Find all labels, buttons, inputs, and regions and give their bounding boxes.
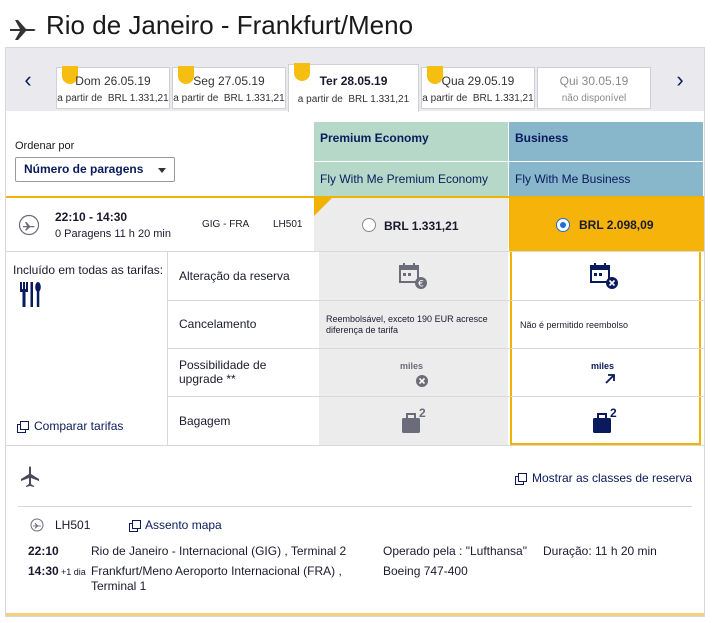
- date-tab-0[interactable]: Dom 26.05.19 a partir de BRL 1.331,21: [56, 66, 170, 109]
- prev-dates-button[interactable]: ‹: [8, 48, 48, 111]
- business-price: BRL 2.098,09: [579, 218, 654, 232]
- date-tab-2[interactable]: Ter 28.05.19 a partir de BRL 1.331,21: [288, 63, 419, 112]
- cutlery-icon: [20, 282, 41, 307]
- selected-corner-marker: [314, 198, 332, 216]
- feature-upgrade: Possibilidade de upgrade **: [179, 358, 267, 386]
- seat-map-link[interactable]: Assento mapa: [129, 518, 222, 532]
- date-tab-price: a partir de BRL 1.331,21: [297, 94, 410, 105]
- business-fare-option[interactable]: BRL 2.098,09: [509, 198, 704, 251]
- not-available-icon: [416, 375, 428, 387]
- section-divider: [18, 506, 692, 507]
- flight-duration: Duração: 11 h 20 min: [543, 544, 657, 558]
- business-header: Business: [509, 122, 703, 161]
- feature-change: Alteração da reserva: [179, 269, 290, 283]
- row-divider: [168, 396, 704, 397]
- date-tab-price: não disponível: [561, 93, 627, 104]
- arrival-place: Frankfurt/Meno Aeroporto Internacional (…: [91, 564, 342, 578]
- premium-economy-subtitle: Fly With Me Premium Economy: [314, 162, 508, 196]
- business-radio[interactable]: [556, 218, 570, 232]
- flight-number: LH501: [273, 219, 303, 230]
- date-tab-price: a partir de BRL 1.331,21: [173, 93, 285, 104]
- flight-stops-duration: 0 Paragens 11 h 20 min: [55, 228, 171, 240]
- row-divider: [168, 348, 704, 349]
- premium-economy-fare-option[interactable]: BRL 1.331,21: [314, 198, 508, 251]
- flight-time: 22:10 - 14:30: [55, 210, 128, 224]
- page-title: Rio de Janeiro - Frankfurt/Meno: [46, 10, 414, 40]
- date-tab-3[interactable]: Qua 29.05.19 a partir de BRL 1.331,21: [421, 66, 535, 109]
- compare-fares-label: Comparar tarifas: [34, 419, 124, 433]
- external-link-icon: [17, 420, 29, 433]
- next-dates-button[interactable]: ›: [660, 48, 700, 111]
- date-tab-day: Ter 28.05.19: [319, 74, 388, 88]
- bag-count: 2: [610, 406, 617, 420]
- date-tab-day: Seg 27.05.19: [193, 74, 265, 88]
- upgrade-arrow-icon: [605, 374, 615, 384]
- miles-label: miles: [591, 361, 615, 371]
- premium-economy-price: BRL 1.331,21: [384, 219, 459, 233]
- row-divider: [168, 300, 704, 301]
- sort-select[interactable]: Número de paragens: [15, 157, 175, 182]
- bottom-accent-bar: [6, 613, 704, 616]
- premium-economy-header: Premium Economy: [314, 122, 508, 161]
- departure-icon: [30, 518, 44, 532]
- calendar-change-icon: €: [399, 263, 427, 290]
- seat-map-label: Assento mapa: [145, 518, 222, 532]
- operated-by: Operado pela : "Lufthansa": [383, 544, 527, 558]
- departure-icon: [18, 214, 40, 236]
- bag-count: 2: [419, 406, 426, 420]
- included-label: Incluído em todas as tarifas:: [13, 263, 164, 277]
- feature-baggage: Bagagem: [179, 414, 231, 428]
- arrival-terminal: Terminal 1: [91, 579, 147, 593]
- show-booking-classes-label: Mostrar as classes de reserva: [532, 471, 693, 485]
- airplane-icon: [10, 20, 36, 40]
- sort-label: Ordenar por: [15, 140, 75, 152]
- date-tab-price: a partir de BRL 1.331,21: [422, 93, 534, 104]
- feature-cancel: Cancelamento: [179, 317, 257, 331]
- date-tab-day: Dom 26.05.19: [75, 74, 151, 88]
- flight-route: GIG - FRA: [202, 219, 250, 230]
- departure-place: Rio de Janeiro - Internacional (GIG) , T…: [91, 544, 347, 558]
- section-divider: [6, 445, 704, 446]
- caret-down-icon: [158, 168, 166, 173]
- arrival-time: 14:30: [28, 564, 59, 578]
- date-tab-price: a partir de BRL 1.331,21: [57, 93, 169, 104]
- aircraft-type: Boeing 747-400: [383, 564, 468, 578]
- arrival-day-offset: +1 dia: [61, 567, 86, 577]
- airplane-icon: [21, 466, 39, 487]
- premium-economy-cancel-text: Reembolsável, exceto 190 EUR acresce dif…: [326, 314, 488, 335]
- date-tab-1[interactable]: Seg 27.05.19 a partir de BRL 1.331,21: [172, 66, 286, 109]
- baggage-icon: [402, 413, 420, 433]
- external-link-icon: [515, 472, 527, 485]
- baggage-icon: [593, 413, 611, 433]
- date-tab-day: Qui 30.05.19: [559, 74, 629, 88]
- external-link-icon: [129, 519, 141, 532]
- business-subtitle: Fly With Me Business: [509, 162, 703, 196]
- date-tab-4: Qui 30.05.19 não disponível: [537, 67, 651, 109]
- detail-flight-number: LH501: [55, 518, 91, 532]
- miles-label: miles: [400, 361, 424, 371]
- show-booking-classes-link[interactable]: Mostrar as classes de reserva: [515, 471, 692, 485]
- date-tab-day: Qua 29.05.19: [441, 74, 515, 88]
- sort-select-value: Número de paragens: [24, 162, 144, 176]
- compare-fares-link[interactable]: Comparar tarifas: [17, 419, 123, 433]
- calendar-change-icon: [590, 263, 618, 289]
- business-cancel-text: Não é permitido reembolso: [520, 320, 629, 330]
- svg-text:€: €: [418, 280, 424, 290]
- premium-economy-radio[interactable]: [362, 218, 376, 232]
- departure-time: 22:10: [28, 544, 59, 558]
